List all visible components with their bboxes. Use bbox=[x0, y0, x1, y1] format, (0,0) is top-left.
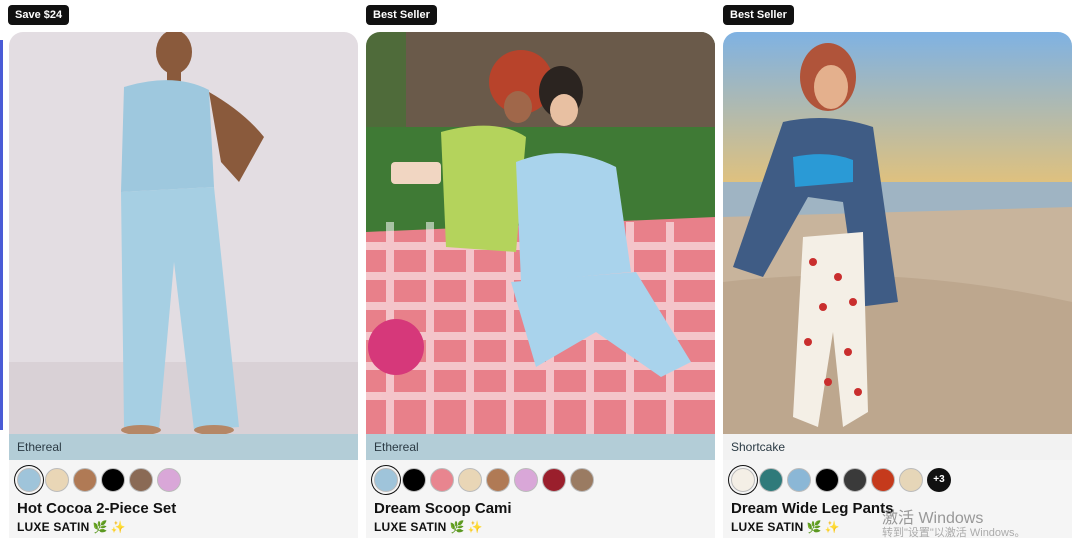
more-swatches-button[interactable]: +3 bbox=[927, 468, 951, 492]
fabric-text: LUXE SATIN bbox=[17, 520, 90, 534]
print-name: Shortcake bbox=[723, 434, 1072, 460]
product-photo bbox=[9, 32, 358, 434]
product-title[interactable]: Hot Cocoa 2-Piece Set bbox=[17, 500, 176, 517]
swatch[interactable] bbox=[899, 468, 923, 492]
color-swatches bbox=[17, 468, 181, 492]
product-image[interactable] bbox=[9, 32, 358, 434]
card-info: Hot Cocoa 2-Piece Set LUXE SATIN 🌿 ✨ bbox=[9, 460, 358, 538]
product-title[interactable]: Dream Wide Leg Pants bbox=[731, 500, 893, 517]
swatch[interactable] bbox=[843, 468, 867, 492]
product-photo bbox=[723, 32, 1072, 434]
leaf-icon: 🌿 bbox=[806, 520, 822, 534]
product-title[interactable]: Dream Scoop Cami bbox=[374, 500, 512, 517]
leaf-icon: 🌿 bbox=[449, 520, 465, 534]
swatch[interactable] bbox=[570, 468, 594, 492]
swatch[interactable] bbox=[157, 468, 181, 492]
product-card[interactable]: Ethereal Dream Scoop Cami LUXE SATIN 🌿 ✨ bbox=[366, 32, 715, 538]
swatch[interactable] bbox=[871, 468, 895, 492]
product-image[interactable] bbox=[366, 32, 715, 434]
swatch[interactable] bbox=[402, 468, 426, 492]
swatch[interactable] bbox=[542, 468, 566, 492]
leaf-icon: 🌿 bbox=[92, 520, 108, 534]
fabric-text: LUXE SATIN bbox=[731, 520, 804, 534]
windows-activation-hint: 转到"设置"以激活 Windows。 bbox=[882, 527, 1026, 538]
fabric-text: LUXE SATIN bbox=[374, 520, 447, 534]
swatch[interactable] bbox=[129, 468, 153, 492]
product-photo bbox=[366, 32, 715, 434]
swatch[interactable] bbox=[45, 468, 69, 492]
swatch[interactable] bbox=[731, 468, 755, 492]
print-name: Ethereal bbox=[9, 434, 358, 460]
sparkle-icon: ✨ bbox=[467, 520, 483, 534]
fabric-label: LUXE SATIN 🌿 ✨ bbox=[731, 520, 840, 534]
bestseller-badge: Best Seller bbox=[723, 5, 794, 25]
sparkle-icon: ✨ bbox=[824, 520, 840, 534]
swatch[interactable] bbox=[486, 468, 510, 492]
sparkle-icon: ✨ bbox=[110, 520, 126, 534]
swatch[interactable] bbox=[458, 468, 482, 492]
promo-badge: Save $24 bbox=[8, 5, 70, 25]
product-image[interactable] bbox=[723, 32, 1072, 434]
color-swatches bbox=[374, 468, 594, 492]
fabric-label: LUXE SATIN 🌿 ✨ bbox=[374, 520, 483, 534]
product-card[interactable]: Shortcake +3 Dream Wide Leg Pants LUXE S… bbox=[723, 32, 1072, 538]
print-name: Ethereal bbox=[366, 434, 715, 460]
color-swatches: +3 bbox=[731, 468, 951, 492]
swatch[interactable] bbox=[514, 468, 538, 492]
swatch[interactable] bbox=[759, 468, 783, 492]
card-info: Dream Scoop Cami LUXE SATIN 🌿 ✨ bbox=[366, 460, 715, 538]
product-card[interactable]: Ethereal Hot Cocoa 2-Piece Set LUXE SATI… bbox=[9, 32, 358, 538]
swatch[interactable] bbox=[815, 468, 839, 492]
swatch[interactable] bbox=[787, 468, 811, 492]
previous-card-edge bbox=[0, 40, 3, 430]
swatch[interactable] bbox=[17, 468, 41, 492]
swatch[interactable] bbox=[374, 468, 398, 492]
fabric-label: LUXE SATIN 🌿 ✨ bbox=[17, 520, 126, 534]
swatch[interactable] bbox=[73, 468, 97, 492]
bestseller-badge: Best Seller bbox=[366, 5, 437, 25]
swatch[interactable] bbox=[101, 468, 125, 492]
swatch[interactable] bbox=[430, 468, 454, 492]
